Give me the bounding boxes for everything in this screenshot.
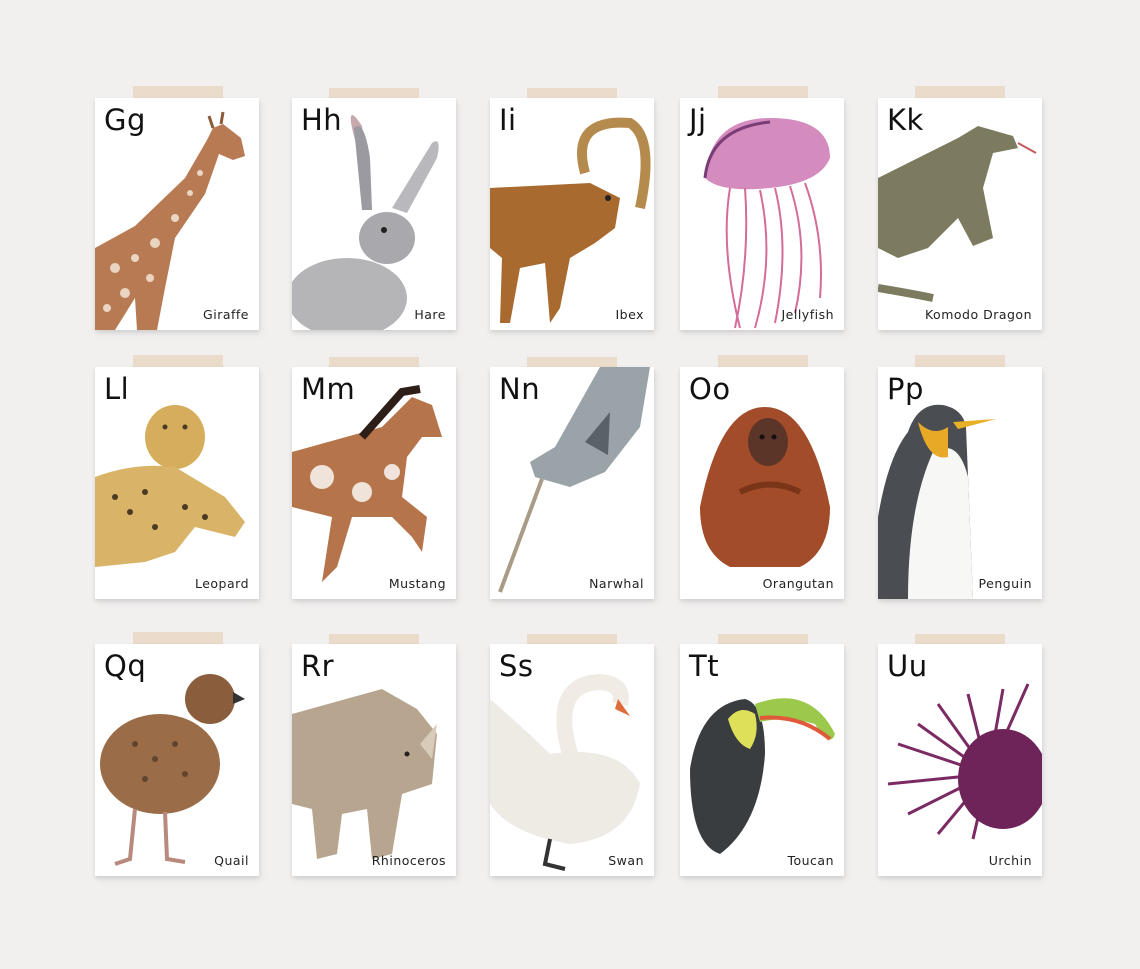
card-animal-name: Hare bbox=[414, 307, 446, 322]
card-animal-name: Komodo Dragon bbox=[924, 307, 1032, 322]
card-animal-name: Jellyfish bbox=[781, 307, 834, 322]
card-letter: Uu bbox=[887, 649, 928, 683]
card-animal-name: Mustang bbox=[388, 576, 446, 591]
flashcard-quail: Qq Quail bbox=[95, 644, 259, 876]
card-animal-name: Leopard bbox=[194, 576, 249, 591]
card-animal-name: Urchin bbox=[988, 853, 1032, 868]
card-animal-name: Ibex bbox=[615, 307, 644, 322]
card-letter: Ii bbox=[499, 103, 517, 137]
card-animal-name: Rhinoceros bbox=[371, 853, 446, 868]
card-animal-name: Penguin bbox=[978, 576, 1032, 591]
card-animal-name: Toucan bbox=[787, 853, 834, 868]
card-animal-name: Quail bbox=[214, 853, 249, 868]
card-letter: Rr bbox=[301, 649, 335, 683]
flashcard-giraffe: Gg Giraffe bbox=[95, 98, 259, 330]
flashcard-hare: Hh Hare bbox=[292, 98, 456, 330]
card-animal-name: Giraffe bbox=[203, 307, 249, 322]
flashcard-toucan: Tt Toucan bbox=[680, 644, 844, 876]
flashcard-orangutan: Oo Orangutan bbox=[680, 367, 844, 599]
card-letter: Gg bbox=[104, 103, 146, 137]
card-letter: Jj bbox=[689, 103, 707, 137]
flashcard-rhinoceros: Rr Rhinoceros bbox=[292, 644, 456, 876]
card-letter: Pp bbox=[887, 372, 924, 406]
card-letter: Ss bbox=[499, 649, 534, 683]
flashcard-komodo-dragon: Kk Komodo Dragon bbox=[878, 98, 1042, 330]
flashcard-penguin: Pp Penguin bbox=[878, 367, 1042, 599]
flashcard-mustang: Mm Mustang bbox=[292, 367, 456, 599]
flashcard-ibex: Ii Ibex bbox=[490, 98, 654, 330]
flashcard-jellyfish: Jj Jellyfish bbox=[680, 98, 844, 330]
card-letter: Mm bbox=[301, 372, 356, 406]
card-letter: Nn bbox=[499, 372, 541, 406]
card-letter: Ll bbox=[104, 372, 130, 406]
card-letter: Hh bbox=[301, 103, 343, 137]
card-animal-name: Swan bbox=[608, 853, 644, 868]
card-letter: Qq bbox=[104, 649, 147, 683]
card-letter: Tt bbox=[689, 649, 720, 683]
card-letter: Oo bbox=[689, 372, 731, 406]
flashcard-swan: Ss Swan bbox=[490, 644, 654, 876]
card-animal-name: Narwhal bbox=[589, 576, 644, 591]
card-animal-name: Orangutan bbox=[762, 576, 834, 591]
card-letter: Kk bbox=[887, 103, 924, 137]
flashcard-urchin: Uu Urchin bbox=[878, 644, 1042, 876]
flashcard-leopard: Ll Leopard bbox=[95, 367, 259, 599]
flashcard-narwhal: Nn Narwhal bbox=[490, 367, 654, 599]
